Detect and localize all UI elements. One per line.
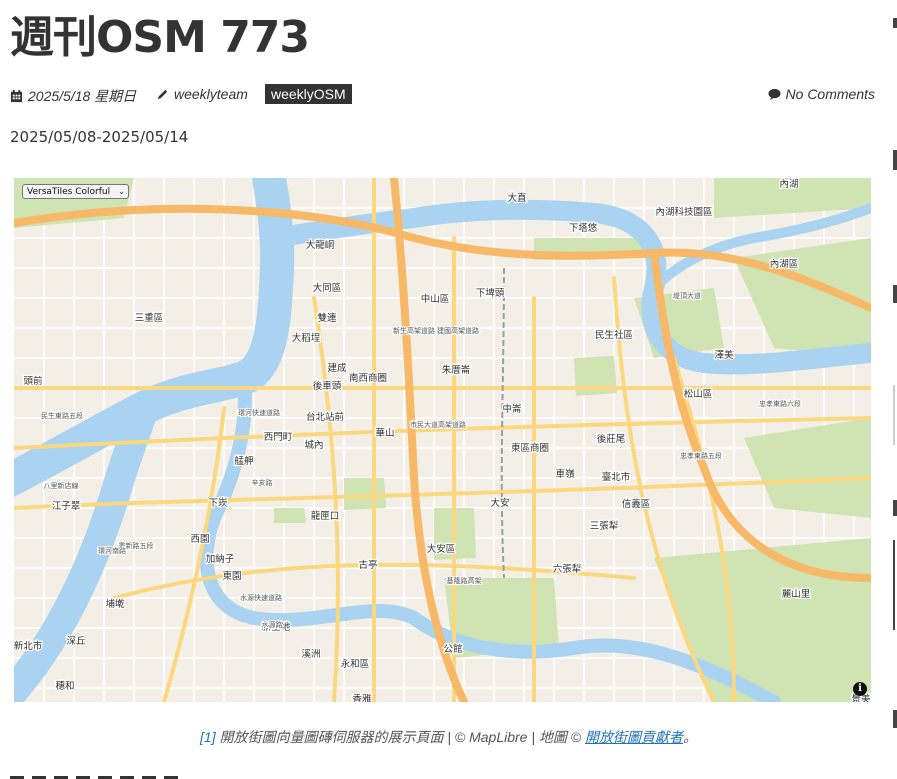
map-road-label: 環河快速道路 xyxy=(238,408,280,417)
map-place-label: 民生社區 xyxy=(595,329,633,341)
map-place-label: 內湖區 xyxy=(770,259,799,270)
map-place-label: 西園 xyxy=(190,534,209,545)
map-place-label: 東園 xyxy=(222,570,241,582)
map-road-label: 八里新店線 xyxy=(44,481,79,490)
calendar-icon xyxy=(10,89,23,102)
comments-link[interactable]: No Comments xyxy=(767,86,875,102)
map-place-label: 深丘 xyxy=(66,636,86,647)
map-road-label: 民生東路五段 xyxy=(41,411,83,420)
map-road-label: 基隆路高架 xyxy=(447,576,482,585)
category-tag[interactable]: weeklyOSM xyxy=(265,84,352,104)
post-date[interactable]: 2025/5/18 星期日 xyxy=(10,86,136,106)
caption-text: 開放街圖向量圖磚伺服器的展示頁面 | © MapLibre | 地圖 © xyxy=(215,729,585,745)
sidebar-edge xyxy=(893,0,897,779)
map-place-label: 城內 xyxy=(304,440,323,451)
map-place-label: 澤美 xyxy=(714,349,734,361)
map-place-label: 公館 xyxy=(443,643,462,655)
map-place-label: 大安 xyxy=(490,497,509,509)
post-meta: 2025/5/18 星期日 weeklyteam weeklyOSM No Co… xyxy=(10,83,875,105)
map-place-label: 龍匣口 xyxy=(311,510,340,522)
map-road-label: 忠孝東路五段 xyxy=(680,451,722,460)
map-place-label: 中崙 xyxy=(502,403,522,415)
post-title: 週刊OSM 773 xyxy=(10,12,310,63)
map-place-label: 大直 xyxy=(507,192,527,204)
comment-icon xyxy=(767,88,781,100)
map-place-label: 大稻埕 xyxy=(292,332,321,344)
map-place-label: 東區商圈 xyxy=(511,442,549,454)
map-place-label: 古亭 xyxy=(358,559,377,571)
comments-text: No Comments xyxy=(785,86,875,102)
map-place-label: 下崁 xyxy=(208,498,228,509)
post-author[interactable]: weeklyteam xyxy=(156,86,248,102)
map-place-label: 下埤頭 xyxy=(476,287,505,299)
map-place-label: 西門町 xyxy=(264,432,293,443)
map-place-label: 艋舺 xyxy=(234,455,253,467)
map-place-label: 六張犁 xyxy=(553,563,582,575)
post-author-text: weeklyteam xyxy=(174,86,248,102)
osm-contributors-link[interactable]: 開放街圖貢獻者 xyxy=(585,729,683,745)
map-style-select[interactable]: VersaTiles Colorful ⌄ xyxy=(22,184,129,199)
map-place-label: 下塔悠 xyxy=(569,222,598,234)
footnote-ref-link[interactable]: [1] xyxy=(200,729,216,745)
map-place-label: 加納子 xyxy=(206,553,235,565)
post-date-text: 2025/5/18 星期日 xyxy=(28,88,137,104)
map-place-label: 永和區 xyxy=(341,658,370,670)
map-place-label: 雙連 xyxy=(317,312,337,324)
map-place-label: 內湖 xyxy=(779,179,798,190)
pencil-icon xyxy=(157,89,168,99)
map-road-label: 建國高架道路 xyxy=(437,326,479,335)
map-place-label: 建成 xyxy=(327,362,347,374)
map-road-label: 水源路 xyxy=(262,620,283,629)
map-place-label: 車嶺 xyxy=(555,468,575,480)
map-place-label: 朱厝崙 xyxy=(442,364,471,376)
map-road-label: 辛亥路 xyxy=(252,478,273,487)
map-place-label: 台北站前 xyxy=(306,411,344,423)
map-road-label: 水源快速道路 xyxy=(240,593,282,602)
caption-end: 。 xyxy=(682,729,697,745)
map-road-label: 新生高架道路 xyxy=(393,326,435,335)
map-place-label: 信義區 xyxy=(622,498,651,510)
map-place-label: 中山區 xyxy=(421,293,450,305)
map-place-label: 華山 xyxy=(375,427,394,439)
map-place-label: 臺北市 xyxy=(602,471,631,483)
map-road-label: 忠孝東路六段 xyxy=(759,399,801,408)
next-heading-fragment xyxy=(10,770,210,779)
map-place-label: 南西商圈 xyxy=(349,372,387,384)
map-place-label: 穗和 xyxy=(55,680,74,692)
map-road-label: 堤頂大道 xyxy=(673,291,701,300)
map-road-label: 市民大道高架道路 xyxy=(410,420,466,429)
info-icon[interactable]: i xyxy=(853,682,867,696)
map-place-label: 麗山里 xyxy=(782,589,811,600)
map-place-label: 江子翠 xyxy=(52,501,81,512)
map-place-label: 香雅 xyxy=(352,693,372,702)
map-place-label: 大龍峒 xyxy=(306,239,335,251)
map-place-label: 松山區 xyxy=(684,388,713,400)
map-place-label: 大同區 xyxy=(313,282,342,294)
map-place-label: 三張犁 xyxy=(590,520,619,532)
map-place-label: 內湖科技園區 xyxy=(655,206,712,218)
map-view[interactable]: 大直內湖科技園區 內湖下塔悠大龍峒中山區 下埤頭 大同區雙連 內湖區三重區民生社區 大稻埕… xyxy=(14,178,871,702)
map-place-label: 大安區 xyxy=(427,543,456,555)
date-range: 2025/05/08-2025/05/14 xyxy=(10,128,189,146)
map-place-label: 新北市 xyxy=(14,640,43,652)
map-place-label: 後莊尾 xyxy=(597,433,626,445)
map-place-label: 頭前 xyxy=(23,375,42,387)
map-place-label: 三重區 xyxy=(135,312,164,324)
map-place-label: 後車頭 xyxy=(313,380,342,392)
chevron-down-icon: ⌄ xyxy=(118,187,125,196)
map-style-select-value: VersaTiles Colorful xyxy=(27,186,111,197)
map-caption: [1] 開放街圖向量圖磚伺服器的展示頁面 | © MapLibre | 地圖 ©… xyxy=(0,727,897,747)
map-place-label: 埔墘 xyxy=(105,598,125,610)
map-canvas[interactable]: 大直內湖科技園區 內湖下塔悠大龍峒中山區 下埤頭 大同區雙連 內湖區三重區民生社區 大稻埕… xyxy=(14,178,871,702)
map-road-label: 環河南路 xyxy=(98,546,126,555)
map-place-label: 溪洲 xyxy=(301,648,320,660)
